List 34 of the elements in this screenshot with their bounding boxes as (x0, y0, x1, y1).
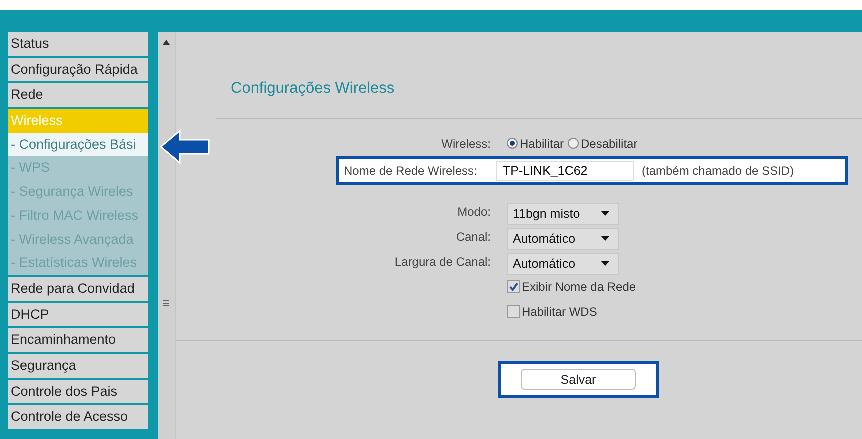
radio-option[interactable]: Desabilitar (568, 136, 638, 150)
dropdown[interactable]: Automático (507, 252, 619, 274)
field-label: Nome de Rede Wireless: (343, 164, 478, 178)
dropdown[interactable]: 11bgn misto (507, 202, 619, 224)
field-label: Modo: (456, 204, 491, 218)
left-arrow-icon (160, 129, 210, 165)
sidebar-item[interactable]: - Configurações Bási (8, 132, 148, 156)
radio-option[interactable]: Habilitar (507, 136, 564, 150)
caret-icon (601, 261, 610, 266)
sidebar-item[interactable]: Controle de Acesso (8, 405, 148, 429)
grip-icon (163, 300, 169, 307)
page-title: Configurações Wireless (231, 80, 396, 98)
field-hint: (também chamado de SSID) (642, 164, 794, 178)
field-label: Largura de Canal: (394, 254, 491, 268)
caret-icon (601, 236, 610, 241)
field-label: Wireless: (440, 136, 491, 150)
checkmark-icon (508, 282, 518, 292)
sidebar-item[interactable]: Configuração Rápida (8, 58, 148, 82)
sidebar-item[interactable]: Segurança (8, 354, 148, 378)
sidebar-item[interactable]: Status (8, 32, 148, 56)
scroll-up-icon[interactable] (163, 40, 170, 45)
checkbox-option[interactable]: Exibir Nome da Rede (507, 280, 636, 294)
caret-icon (601, 211, 610, 216)
sidebar-item[interactable]: Controle dos Pais (8, 380, 148, 404)
save-button[interactable]: Salvar (521, 369, 636, 390)
sidebar-item[interactable]: Encaminhamento (8, 328, 148, 352)
sidebar-item[interactable]: Rede para Convidad (8, 276, 148, 301)
checkbox-option[interactable]: Habilitar WDS (507, 304, 598, 318)
dropdown[interactable]: Automático (507, 228, 619, 250)
sidebar-item[interactable]: Rede (8, 83, 148, 108)
sidebar-item[interactable]: DHCP (8, 302, 148, 326)
scrollbar[interactable] (158, 32, 176, 439)
field-label: Canal: (455, 230, 491, 244)
ssid-input-field[interactable]: TP-LINK_1C62 (496, 160, 634, 180)
